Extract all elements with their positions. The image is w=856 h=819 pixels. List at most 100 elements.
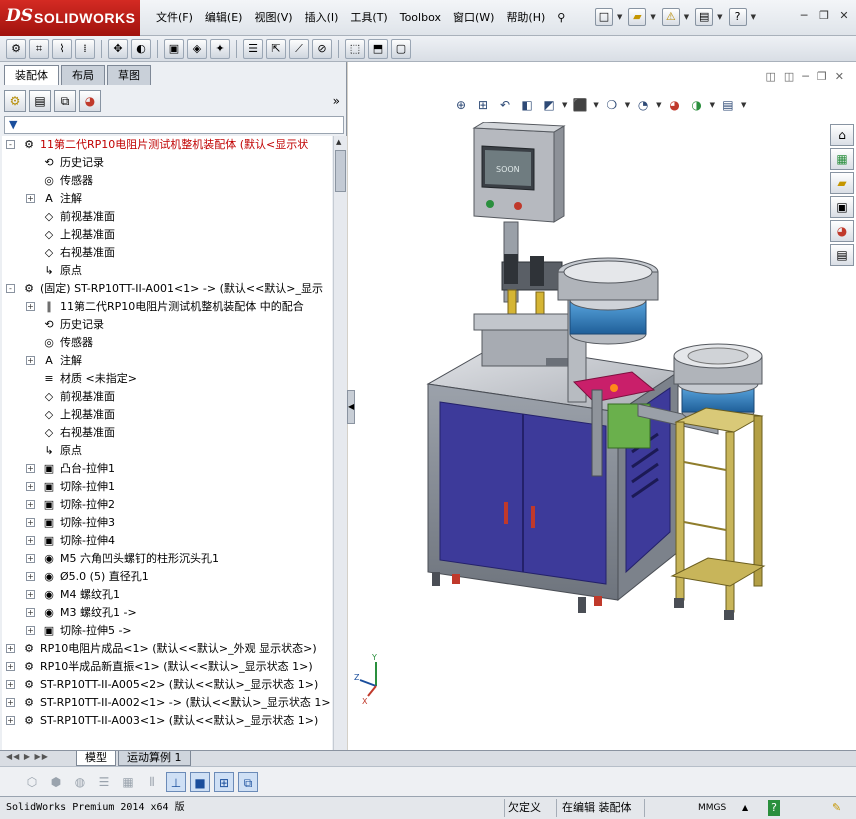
shaded-icon[interactable]: ◍ — [70, 772, 90, 792]
tree-row[interactable]: ◎ 传感器 — [2, 172, 332, 190]
new-document-icon[interactable]: □ — [595, 8, 613, 26]
tree-row[interactable]: ◇ 前视基准面 — [2, 208, 332, 226]
expand-icon[interactable]: + — [26, 194, 35, 203]
chevron-down-icon[interactable]: ▼ — [656, 101, 661, 109]
component-pattern-icon[interactable]: ⁞ — [75, 38, 95, 59]
list-icon[interactable]: ☰ — [94, 772, 114, 792]
display-manager-icon[interactable]: ◕ — [79, 90, 101, 112]
viewport-split-icon[interactable]: ◫ — [765, 70, 775, 83]
expand-icon[interactable]: + — [26, 500, 35, 509]
grid-layout-icon[interactable]: ⊞ — [214, 771, 234, 792]
tree-row[interactable]: ↳ 原点 — [2, 442, 332, 460]
appearances-icon[interactable]: ◕ — [830, 220, 854, 242]
expand-icon[interactable]: + — [6, 680, 15, 689]
expand-icon[interactable]: + — [26, 572, 35, 581]
collapse-icon[interactable]: - — [6, 140, 15, 149]
tree-row[interactable]: + ◉ M4 螺纹孔1 — [2, 586, 332, 604]
feature-manager-icon[interactable]: ⚙ — [4, 90, 26, 112]
tree-vertical-scrollbar[interactable]: ▲ ▼ — [333, 136, 347, 808]
align-icon[interactable]: ⫴ — [142, 772, 162, 792]
section-view-icon[interactable]: ◧ — [518, 96, 536, 114]
tab-scroll-arrows[interactable]: ◀◀ ▶ ▶▶ — [6, 752, 49, 761]
tab-model[interactable]: 模型 — [76, 751, 116, 766]
exploded-view-icon[interactable]: ⇱ — [266, 38, 286, 59]
scroll-up-icon[interactable]: ▲ — [336, 138, 341, 146]
expand-icon[interactable]: + — [6, 662, 15, 671]
help-badge[interactable]: ? — [768, 800, 780, 816]
expand-icon[interactable]: + — [26, 482, 35, 491]
expand-icon[interactable]: + — [6, 698, 15, 707]
expand-panel-icon[interactable]: » — [333, 94, 340, 108]
interference-icon[interactable]: ⊘ — [312, 38, 332, 59]
dynamic-annotation-icon[interactable]: ◩ — [540, 96, 558, 114]
appearance-icon[interactable]: ◕ — [666, 96, 684, 114]
expand-icon[interactable]: + — [26, 554, 35, 563]
menu-file[interactable]: 文件(F) — [150, 0, 199, 36]
tree-row[interactable]: ◎ 传感器 — [2, 334, 332, 352]
rebuild-pencil-icon[interactable]: ✎ — [832, 800, 841, 816]
snapshot-icon[interactable]: ▢ — [391, 38, 411, 59]
table-icon[interactable]: ▦ — [118, 772, 138, 792]
open-folder-icon[interactable]: ▰ — [628, 8, 647, 26]
new-motion-study-icon[interactable]: ✦ — [210, 38, 230, 59]
tree-row[interactable]: ⟲ 历史记录 — [2, 316, 332, 334]
restore-icon[interactable]: ❐ — [816, 8, 832, 24]
expand-icon[interactable]: + — [26, 518, 35, 527]
close-icon[interactable]: ✕ — [835, 70, 844, 83]
tree-row[interactable]: ↳ 原点 — [2, 262, 332, 280]
export-icon[interactable]: ⧉ — [238, 771, 258, 792]
chevron-down-icon[interactable]: ▼ — [625, 101, 630, 109]
instant3d-icon[interactable]: ⬚ — [345, 38, 365, 59]
reference-geometry-icon[interactable]: ◈ — [187, 38, 207, 59]
chevron-down-icon[interactable]: ▼ — [751, 13, 756, 21]
expand-icon[interactable]: + — [26, 356, 35, 365]
expand-icon[interactable]: + — [6, 644, 15, 653]
expand-icon[interactable]: + — [26, 590, 35, 599]
menu-view[interactable]: 视图(V) — [248, 0, 298, 36]
zoom-to-area-icon[interactable]: ⊞ — [474, 96, 492, 114]
pin-icon[interactable]: ⚲ — [551, 0, 571, 36]
chevron-down-icon[interactable]: ▼ — [710, 101, 715, 109]
move-component-icon[interactable]: ✥ — [108, 38, 128, 59]
display-style-icon[interactable]: ❍ — [603, 96, 621, 114]
chevron-down-icon[interactable]: ▼ — [562, 101, 567, 109]
chevron-down-icon[interactable]: ▼ — [650, 13, 655, 21]
tree-row[interactable]: + ∥ 11第二代RP10电阻片测试机整机装配体 中的配合 — [2, 298, 332, 316]
tree-row[interactable]: + ◉ Ø5.0 (5) 直径孔1 — [2, 568, 332, 586]
unit-system[interactable]: MMGS — [698, 800, 726, 816]
close-icon[interactable]: ✕ — [836, 8, 852, 24]
expand-icon[interactable]: + — [26, 626, 35, 635]
graphics-area[interactable]: ◫ ◫ ─ ❐ ✕ ⊕ ⊞ ↶ ◧ ◩ ▼ ⬛ ▼ ❍ ▼ ◔ ▼ ◕ ◑ ▼ ▤ ▼ ⌂ … — [348, 62, 856, 750]
solidworks-logo[interactable]: DS SOLIDWORKS — [0, 0, 140, 36]
hide-show-items-icon[interactable]: ◔ — [634, 96, 652, 114]
menu-edit[interactable]: 编辑(E) — [199, 0, 249, 36]
rebuild-warning-icon[interactable]: ⚠ — [661, 8, 680, 26]
wireframe-icon[interactable]: ⬡ — [22, 772, 42, 792]
tree-row[interactable]: + ◉ M3 螺纹孔1 -> — [2, 604, 332, 622]
minimize-icon[interactable]: ─ — [802, 70, 809, 83]
paperclip-icon[interactable]: ⌇ — [52, 38, 72, 59]
tree-row[interactable]: ◇ 右视基准面 — [2, 244, 332, 262]
tree-row[interactable]: + ▣ 切除-拉伸3 — [2, 514, 332, 532]
menu-insert[interactable]: 插入(I) — [299, 0, 345, 36]
insert-component-icon[interactable]: ⚙ — [6, 38, 26, 59]
design-library-icon[interactable]: ▦ — [830, 148, 854, 170]
tree-row[interactable]: + A 注解 — [2, 190, 332, 208]
tab-motion-study-1[interactable]: 运动算例 1 — [118, 751, 191, 766]
tree-row[interactable]: + ▣ 切除-拉伸1 — [2, 478, 332, 496]
chevron-up-icon[interactable]: ▲ — [742, 800, 748, 816]
file-explorer-icon[interactable]: ▰ — [830, 172, 854, 194]
tree-row[interactable]: ⟲ 历史记录 — [2, 154, 332, 172]
scene-icon[interactable]: ◑ — [688, 96, 706, 114]
explode-line-icon[interactable]: ⟋ — [289, 38, 309, 59]
tree-filter[interactable]: ▼ — [4, 116, 344, 134]
minimize-icon[interactable]: ─ — [796, 8, 812, 24]
chevron-down-icon[interactable]: ▼ — [741, 101, 746, 109]
mate-icon[interactable]: ⌗ — [29, 38, 49, 59]
chevron-down-icon[interactable]: ▼ — [593, 101, 598, 109]
tree-row[interactable]: - ⚙ 11第二代RP10电阻片测试机整机装配体 (默认<显示状 — [2, 136, 332, 154]
speedpak-icon[interactable]: ⬒ — [368, 38, 388, 59]
menu-toolbox[interactable]: Toolbox — [394, 0, 447, 36]
expand-icon[interactable]: + — [6, 716, 15, 725]
tree-row[interactable]: ◇ 右视基准面 — [2, 424, 332, 442]
